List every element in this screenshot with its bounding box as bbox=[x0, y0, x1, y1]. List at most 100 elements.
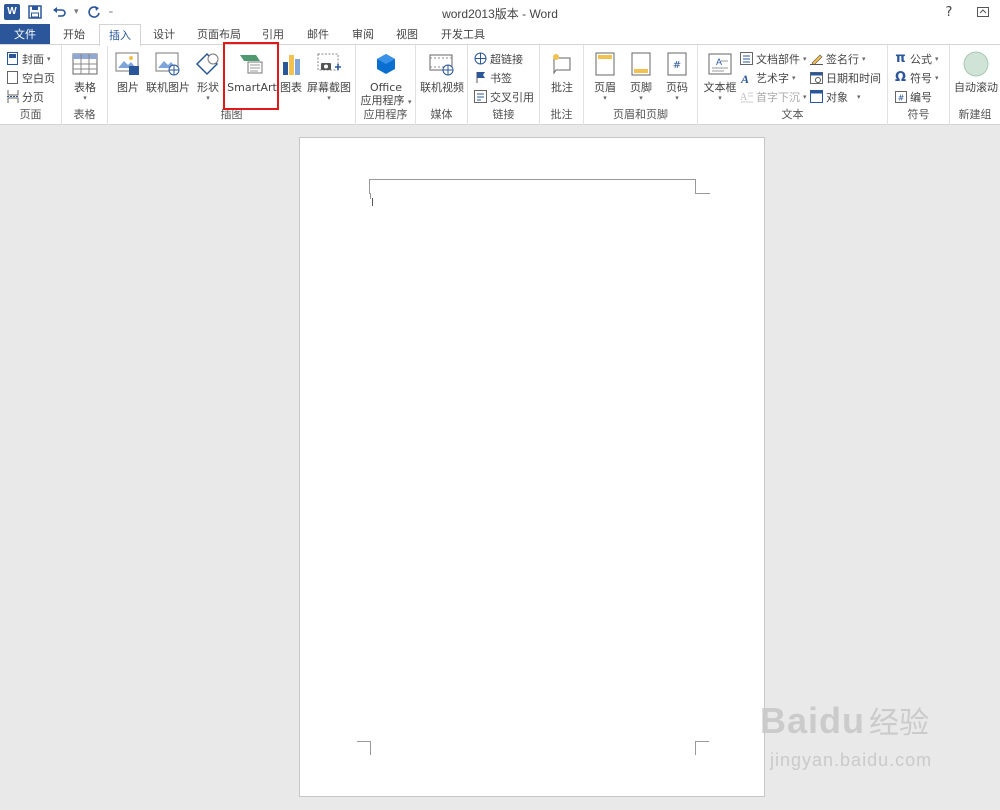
help-button[interactable]: ? bbox=[932, 0, 966, 24]
chart-icon bbox=[278, 50, 306, 78]
page-break-icon bbox=[6, 90, 19, 103]
pictures-button[interactable]: 图片 bbox=[112, 48, 144, 94]
group-apps: Office 应用程序 ▾ 应用程序 bbox=[356, 45, 416, 125]
svg-text:A: A bbox=[716, 57, 722, 67]
wordart-icon: A bbox=[740, 71, 753, 84]
ribbon-tabs: 文件 开始 插入 设计 页面布局 引用 邮件 审阅 视图 开发工具 bbox=[0, 24, 1000, 46]
blank-page-icon bbox=[6, 71, 19, 84]
omega-icon: Ω bbox=[894, 70, 907, 85]
hyperlink-button[interactable]: 超链接 bbox=[474, 49, 523, 68]
smartart-icon bbox=[238, 50, 266, 78]
hyperlink-icon bbox=[474, 52, 487, 65]
online-video-button[interactable]: 联机视频 bbox=[418, 48, 466, 94]
group-comments: 批注 批注 bbox=[540, 45, 584, 125]
symbol-button[interactable]: Ω 符号 ▾ bbox=[894, 68, 939, 87]
group-tables: 表格 ▾ 表格 bbox=[62, 45, 108, 125]
tab-view[interactable]: 视图 bbox=[388, 24, 426, 45]
table-icon bbox=[71, 50, 99, 78]
office-apps-icon bbox=[372, 50, 400, 78]
picture-icon bbox=[114, 50, 142, 78]
shapes-icon bbox=[194, 50, 222, 78]
title-bar: W ▾ ₌ word2013版本 - Word ? bbox=[0, 0, 1000, 24]
group-links: 超链接 书签 交叉引用 链接 bbox=[468, 45, 540, 125]
group-symbols: π 公式 ▾ Ω 符号 ▾ # 编号 符号 bbox=[888, 45, 950, 125]
group-label-pages: 页面 bbox=[19, 108, 42, 121]
tab-review[interactable]: 审阅 bbox=[344, 24, 382, 45]
svg-text:#: # bbox=[897, 93, 904, 102]
object-button[interactable]: 对象 ▾ bbox=[810, 87, 861, 106]
chart-button[interactable]: 图表 bbox=[278, 48, 304, 94]
tab-design[interactable]: 设计 bbox=[144, 24, 184, 45]
tab-insert[interactable]: 插入 bbox=[99, 24, 141, 46]
cover-page-button[interactable]: 封面 ▾ bbox=[6, 49, 51, 68]
text-cursor bbox=[372, 198, 373, 206]
ribbon-display-options-icon[interactable] bbox=[966, 0, 1000, 24]
screenshot-button[interactable]: 屏幕截图 ▾ bbox=[306, 48, 352, 103]
header-margin-marker bbox=[369, 179, 696, 194]
quick-parts-icon bbox=[740, 52, 753, 65]
group-new: 自动滚动 新建组 bbox=[950, 45, 1000, 125]
group-illustrations: 图片 联机图片 形状 ▾ SmartArt 图表 屏幕截图 ▾ 插图 bbox=[108, 45, 356, 125]
online-pictures-button[interactable]: 联机图片 bbox=[146, 48, 190, 94]
office-apps-button[interactable]: Office 应用程序 ▾ bbox=[360, 48, 412, 107]
footer-button[interactable]: 页脚 ▾ bbox=[624, 48, 658, 103]
date-time-button[interactable]: 日期和时间 bbox=[810, 68, 881, 87]
group-label-media: 媒体 bbox=[430, 108, 453, 121]
tab-file[interactable]: 文件 bbox=[0, 24, 50, 45]
calendar-icon bbox=[810, 71, 823, 84]
watermark-brand: Baidu bbox=[760, 700, 866, 741]
comment-button[interactable]: 批注 bbox=[544, 48, 580, 94]
group-label-apps: 应用程序 bbox=[363, 108, 408, 121]
cross-reference-button[interactable]: 交叉引用 bbox=[474, 87, 534, 106]
watermark-cn: 经验 bbox=[869, 706, 930, 741]
wordart-button[interactable]: A 艺术字 ▾ bbox=[740, 68, 796, 87]
tab-references[interactable]: 引用 bbox=[254, 24, 292, 45]
svg-text:A: A bbox=[740, 72, 749, 84]
bookmark-button[interactable]: 书签 bbox=[474, 68, 512, 87]
header-button[interactable]: 页眉 ▾ bbox=[588, 48, 622, 103]
online-video-icon bbox=[428, 50, 456, 78]
textbox-button[interactable]: A 文本框 ▾ bbox=[702, 48, 738, 103]
quick-parts-button[interactable]: 文档部件 ▾ bbox=[740, 49, 807, 68]
smartart-button[interactable]: SmartArt bbox=[226, 48, 278, 94]
group-header-footer: 页眉 ▾ 页脚 ▾ # 页码 ▾ 页眉和页脚 bbox=[584, 45, 698, 125]
group-label-new: 新建组 bbox=[958, 108, 992, 121]
document-page[interactable] bbox=[299, 137, 765, 797]
window-controls: ? bbox=[932, 0, 1000, 24]
group-label-header-footer: 页眉和页脚 bbox=[613, 108, 668, 121]
top-left-margin-corner bbox=[357, 193, 371, 199]
group-label-comments: 批注 bbox=[550, 108, 573, 121]
object-icon bbox=[810, 90, 823, 103]
group-pages: 封面 ▾ 空白页 分页 页面 bbox=[0, 45, 62, 125]
shapes-button[interactable]: 形状 ▾ bbox=[192, 48, 224, 103]
autoscroll-icon bbox=[962, 50, 990, 78]
group-label-text: 文本 bbox=[781, 108, 804, 121]
autoscroll-button[interactable]: 自动滚动 bbox=[952, 48, 1000, 94]
top-right-margin-corner bbox=[696, 193, 710, 194]
page-number-button[interactable]: # 页码 ▾ bbox=[660, 48, 694, 103]
page-break-button[interactable]: 分页 bbox=[6, 87, 44, 106]
group-label-tables: 表格 bbox=[73, 108, 96, 121]
equation-button[interactable]: π 公式 ▾ bbox=[894, 49, 938, 68]
table-button[interactable]: 表格 ▾ bbox=[66, 48, 104, 103]
svg-text:A: A bbox=[740, 92, 748, 103]
tab-developer[interactable]: 开发工具 bbox=[432, 24, 494, 45]
number-button[interactable]: # 编号 bbox=[894, 87, 932, 106]
signature-line-button[interactable]: 签名行 ▾ bbox=[810, 49, 866, 68]
screenshot-icon bbox=[315, 50, 343, 78]
drop-cap-button[interactable]: A 首字下沉 ▾ bbox=[740, 87, 807, 106]
cross-reference-icon bbox=[474, 90, 487, 103]
group-media: 联机视频 媒体 bbox=[416, 45, 468, 125]
tab-home[interactable]: 开始 bbox=[52, 24, 96, 45]
tab-mailings[interactable]: 邮件 bbox=[298, 24, 338, 45]
footer-icon bbox=[627, 50, 655, 78]
page-number-icon: # bbox=[663, 50, 691, 78]
svg-text:#: # bbox=[673, 60, 681, 71]
baidu-watermark: Baidu 经验 jingyan.baidu.com bbox=[760, 698, 931, 770]
header-icon bbox=[591, 50, 619, 78]
group-label-illustrations: 插图 bbox=[220, 108, 243, 121]
blank-page-button[interactable]: 空白页 bbox=[6, 68, 55, 87]
number-icon: # bbox=[894, 90, 907, 103]
tab-page-layout[interactable]: 页面布局 bbox=[188, 24, 250, 45]
group-text: A 文本框 ▾ 文档部件 ▾ A 艺术字 ▾ A 首字下沉 ▾ 签名行 ▾ 日期和时间 … bbox=[698, 45, 888, 125]
